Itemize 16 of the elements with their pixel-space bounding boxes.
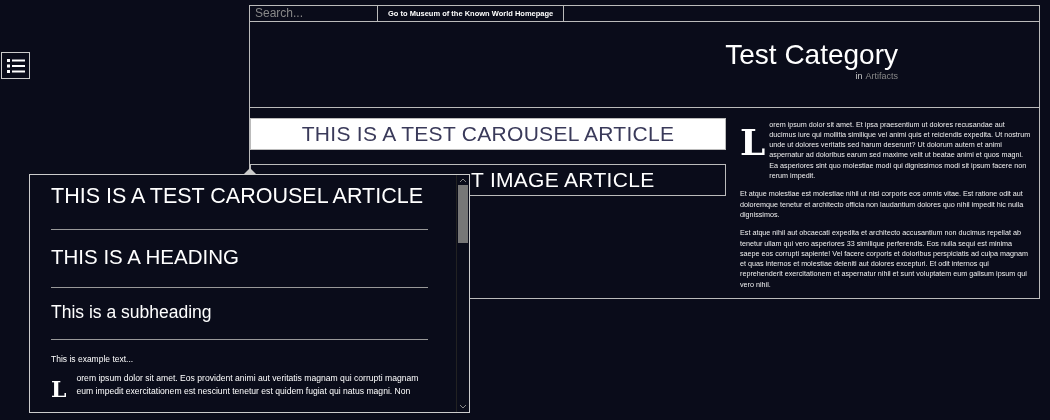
category-link[interactable]: Artifacts [865, 70, 898, 81]
heading: THIS IS A HEADING [51, 245, 240, 269]
drop-cap: L [740, 123, 766, 165]
list-icon [6, 57, 25, 74]
popup-paragraph: orem ipsum dolor sit amet. Eos provident animi aut veritatis magnam qui corrupti magnam eum impedit exercitationem est nesciunt tenetur est quidem fugiat qui natus magni. Non [76, 372, 420, 398]
menu-button[interactable] [1, 52, 30, 79]
category-title: Test Category [725, 38, 898, 71]
scrollbar[interactable] [456, 175, 469, 412]
subtitle-prefix: in [855, 70, 863, 81]
example-text: This is example text... [51, 354, 135, 364]
scroll-up-icon[interactable] [459, 178, 467, 183]
subheading: This is a subheading [51, 302, 213, 323]
scroll-down-icon[interactable] [459, 404, 467, 409]
drop-cap: L [51, 378, 67, 400]
carousel-item[interactable]: THIS IS A TEST CAROUSEL ARTICLE [250, 117, 726, 150]
scroll-thumb[interactable] [458, 185, 468, 243]
